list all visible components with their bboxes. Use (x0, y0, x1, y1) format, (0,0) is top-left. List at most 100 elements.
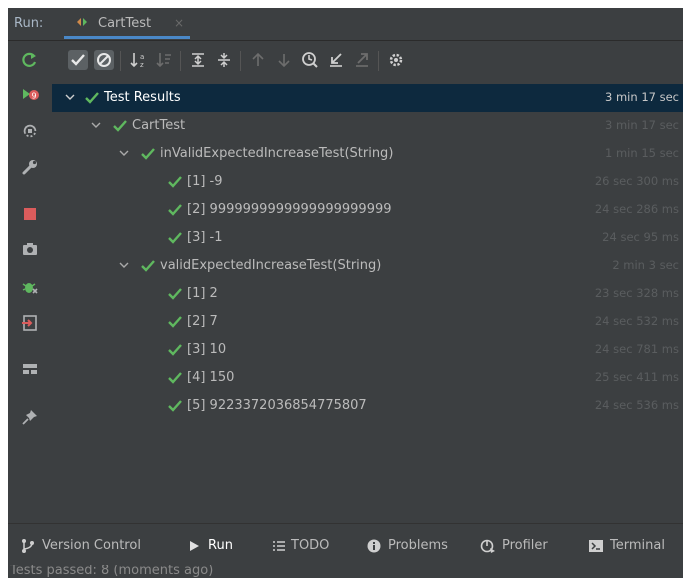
test-history-icon[interactable] (300, 50, 320, 70)
todo-button[interactable]: TODO (271, 537, 341, 555)
passed-check-icon (168, 288, 182, 300)
passed-check-icon (141, 148, 155, 160)
pin-icon[interactable] (20, 407, 40, 427)
sort-alpha-icon[interactable]: a z (128, 50, 148, 70)
rerun-failed-icon[interactable]: 9 (20, 85, 40, 105)
close-icon[interactable]: × (174, 16, 184, 30)
run-tab-bar: Run: CartTest × (8, 8, 683, 41)
tab-label: CartTest (98, 16, 152, 31)
profiler-icon (480, 539, 495, 553)
tree-row-test-case[interactable]: [2] 9999999999999999999999 24 sec 286 ms (52, 196, 683, 224)
chevron-down-icon[interactable] (118, 147, 130, 159)
play-icon (190, 541, 199, 551)
chevron-down-icon[interactable] (118, 259, 130, 271)
passed-check-icon (168, 232, 182, 244)
stop-icon[interactable] (20, 204, 40, 224)
toggle-auto-test-icon[interactable] (20, 121, 40, 141)
test-runner-toolbar: a z (52, 41, 683, 80)
tree-row-duration: 25 sec 411 ms (594, 370, 679, 384)
left-gutter: 9 (8, 41, 52, 523)
tree-row-duration: 24 sec 536 ms (594, 398, 679, 412)
tree-row-label: inValidExpectedIncreaseTest(String) (160, 146, 394, 161)
run-label: Run: (14, 16, 44, 31)
tree-row-duration: 24 sec 286 ms (594, 202, 679, 216)
tree-row-duration: 3 min 17 sec (605, 118, 679, 132)
tree-row-label: [3] 10 (187, 342, 227, 357)
status-bar: Tests passed: 8 (moments ago) (8, 565, 683, 578)
prev-failed-icon[interactable] (248, 50, 268, 70)
show-passed-icon[interactable] (68, 50, 88, 70)
passed-check-icon (168, 316, 182, 328)
problems-button[interactable]: Problems (366, 537, 461, 555)
passed-check-icon (168, 176, 182, 188)
tree-row-test-case[interactable]: [1] -9 26 sec 300 ms (52, 168, 683, 196)
settings-wrench-icon[interactable] (20, 157, 40, 177)
passed-check-icon (85, 92, 99, 104)
tree-row-label: [2] 9999999999999999999999 (187, 202, 392, 217)
passed-check-icon (141, 260, 155, 272)
screenshot-icon[interactable] (20, 239, 40, 259)
chevron-down-icon[interactable] (90, 119, 102, 131)
exit-icon[interactable] (20, 313, 40, 333)
list-icon (273, 541, 285, 551)
tree-row-test-case[interactable]: [4] 150 25 sec 411 ms (52, 364, 683, 392)
tool-window-bar: Version Control Run TODO Problems Profil… (8, 523, 683, 566)
test-class-icon (77, 18, 87, 26)
status-text: Tests passed: 8 (moments ago) (10, 565, 214, 578)
passed-check-icon (168, 204, 182, 216)
sort-duration-icon[interactable] (154, 50, 174, 70)
tool-label: Problems (388, 538, 448, 553)
tree-row-test-case[interactable]: [3] 10 24 sec 781 ms (52, 336, 683, 364)
tree-row-label: [1] -9 (187, 174, 223, 189)
expand-all-icon[interactable] (188, 50, 208, 70)
passed-check-icon (168, 372, 182, 384)
chevron-down-icon[interactable] (64, 91, 76, 103)
version-control-button[interactable]: Version Control (20, 537, 170, 555)
tree-row-test-results[interactable]: Test Results 3 min 17 sec (52, 84, 683, 112)
tree-row-label: [1] 2 (187, 286, 218, 301)
tree-row-label: CartTest (132, 118, 186, 133)
test-results-tree: Test Results 3 min 17 sec CartTest 3 min… (52, 82, 683, 523)
tree-row-duration: 2 min 3 sec (612, 258, 679, 272)
tool-label: Run (208, 538, 233, 553)
tree-row-test-case[interactable]: [1] 2 23 sec 328 ms (52, 280, 683, 308)
tree-row-duration: 24 sec 781 ms (594, 342, 679, 356)
profiler-button[interactable]: Profiler (480, 537, 562, 555)
settings-icon[interactable] (386, 50, 406, 70)
layout-icon[interactable] (20, 359, 40, 379)
debug-icon[interactable] (20, 277, 40, 297)
tree-row-label: [3] -1 (187, 230, 223, 245)
branch-icon (22, 539, 34, 553)
tree-row-test-case[interactable]: [5] 9223372036854775807 24 sec 536 ms (52, 392, 683, 420)
toolbar-separator (378, 51, 379, 71)
svg-text:a: a (140, 53, 144, 61)
rerun-icon[interactable] (20, 50, 40, 70)
collapse-all-icon[interactable] (214, 50, 234, 70)
tree-row-carttest[interactable]: CartTest 3 min 17 sec (52, 112, 683, 140)
tree-row-test-case[interactable]: [3] -1 24 sec 95 ms (52, 224, 683, 252)
export-tests-icon[interactable] (352, 50, 372, 70)
tool-label: Terminal (610, 538, 665, 553)
tree-row-duration: 24 sec 95 ms (602, 230, 679, 244)
toolbar-separator (120, 51, 121, 71)
tree-row-valid-test[interactable]: validExpectedIncreaseTest(String) 2 min … (52, 252, 683, 280)
svg-text:z: z (140, 61, 144, 69)
tree-row-label: [5] 9223372036854775807 (187, 398, 367, 413)
tree-row-test-case[interactable]: [2] 7 24 sec 532 ms (52, 308, 683, 336)
terminal-button[interactable]: Terminal (588, 537, 678, 555)
tab-carttest[interactable]: CartTest × (64, 8, 190, 39)
import-tests-icon[interactable] (326, 50, 346, 70)
show-ignored-icon[interactable] (94, 50, 114, 70)
tree-row-label: [4] 150 (187, 370, 235, 385)
toolbar-separator (180, 51, 181, 71)
tree-row-duration: 1 min 15 sec (605, 146, 679, 160)
run-tool-window: Run: CartTest × 9 a z Test Results 3 min… (8, 8, 683, 578)
passed-check-icon (113, 120, 127, 132)
tree-row-duration: 23 sec 328 ms (594, 286, 679, 300)
passed-check-icon (168, 344, 182, 356)
toolbar-separator (240, 51, 241, 71)
next-failed-icon[interactable] (274, 50, 294, 70)
tree-row-invalid-test[interactable]: inValidExpectedIncreaseTest(String) 1 mi… (52, 140, 683, 168)
run-tool-button[interactable]: Run (186, 537, 256, 555)
tool-label: Profiler (502, 538, 548, 553)
